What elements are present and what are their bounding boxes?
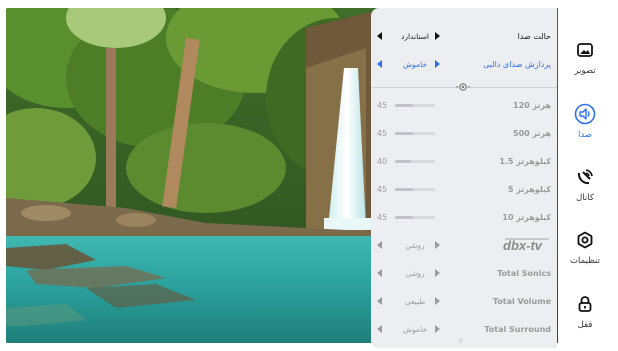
arrow-right-icon[interactable] — [435, 32, 440, 40]
sidebar-item-label: صدا — [577, 129, 593, 140]
eq-slider-fill — [395, 159, 411, 163]
sidebar-item-channel[interactable]: کانال — [558, 153, 612, 216]
total-sonics-value: روشن — [405, 268, 425, 278]
total-sonics-label: Total Sonics — [497, 268, 551, 278]
settings-sidebar: تصویر صدا کانال تنظیمات قفل — [558, 8, 612, 343]
dbx-tv-row[interactable]: روشن dbx-tv — [371, 231, 557, 259]
sidebar-item-label: کانال — [576, 193, 594, 204]
arrow-right-icon[interactable] — [435, 241, 440, 249]
picture-icon — [574, 39, 596, 61]
arrow-left-icon[interactable] — [377, 325, 382, 333]
eq-band-value: 45 — [376, 184, 388, 194]
total-volume-row[interactable]: طبیعی Total Volume — [371, 287, 557, 315]
speaker-icon — [574, 103, 596, 125]
arrow-left-icon[interactable] — [377, 32, 382, 40]
eq-band-row[interactable]: 45 10 کیلوهرتز — [371, 203, 557, 231]
sidebar-item-label: قفل — [577, 319, 593, 330]
arrow-left-icon[interactable] — [377, 297, 382, 305]
eq-slider[interactable] — [395, 215, 435, 219]
eq-band-row[interactable]: 45 120 هرتز — [371, 91, 557, 119]
total-volume-label: Total Volume — [492, 296, 551, 306]
eq-band-label: 500 هرتز — [513, 128, 551, 138]
total-surround-label: Total Surround — [484, 324, 551, 334]
sidebar-item-label: تصویر — [574, 66, 596, 77]
arrow-right-icon[interactable] — [435, 60, 440, 68]
dolby-processing-label: پردازش صدای دالبی — [483, 59, 551, 69]
eq-slider-fill — [395, 131, 413, 135]
eq-band-value: 45 — [376, 212, 388, 222]
total-volume-value: طبیعی — [404, 296, 426, 306]
dbx-tv-logo: dbx-tv — [503, 238, 549, 253]
eq-slider-fill — [395, 187, 413, 191]
eq-slider[interactable] — [395, 131, 435, 135]
eq-band-row[interactable]: 40 1.5 کیلوهرتز — [371, 147, 557, 175]
eq-band-label: 120 هرتز — [513, 100, 551, 110]
dbx-tv-value: روشن — [405, 240, 425, 250]
sound-mode-value: استاندارد — [401, 31, 429, 41]
arrow-right-icon[interactable] — [435, 325, 440, 333]
eq-band-value: 40 — [376, 156, 388, 166]
eq-slider[interactable] — [395, 187, 435, 191]
settings-gear-icon — [574, 229, 596, 251]
eq-band-row[interactable]: 45 5 کیلوهرتز — [371, 175, 557, 203]
arrow-left-icon[interactable] — [377, 60, 382, 68]
arrow-left-icon[interactable] — [377, 241, 382, 249]
total-sonics-row[interactable]: روشن Total Sonics — [371, 259, 557, 287]
sound-mode-label: حالت صدا — [517, 31, 551, 41]
eq-band-row[interactable]: 45 500 هرتز — [371, 119, 557, 147]
audio-settings-panel: استاندارد حالت صدا خاموش پردازش صدای دال… — [371, 8, 557, 348]
eq-band-label: 1.5 کیلوهرتز — [499, 156, 551, 166]
eq-band-value: 45 — [376, 100, 388, 110]
total-surround-row[interactable]: خاموش Total Surround — [371, 315, 557, 343]
eq-band-label: 10 کیلوهرتز — [502, 212, 551, 222]
eq-slider[interactable] — [395, 103, 435, 107]
dolby-processing-row[interactable]: خاموش پردازش صدای دالبی — [371, 50, 557, 78]
sound-mode-row[interactable]: استاندارد حالت صدا — [371, 22, 557, 50]
lock-icon — [574, 293, 596, 315]
eq-slider-fill — [395, 215, 413, 219]
sidebar-item-sound[interactable]: صدا — [558, 89, 612, 152]
satellite-dish-icon — [574, 166, 596, 188]
total-surround-value: خاموش — [403, 324, 427, 334]
sidebar-item-picture[interactable]: تصویر — [558, 26, 612, 89]
scroll-down-icon[interactable]: ▿ — [459, 337, 463, 345]
arrow-right-icon[interactable] — [435, 269, 440, 277]
sidebar-item-settings[interactable]: تنظیمات — [558, 216, 612, 279]
eq-band-label: 5 کیلوهرتز — [507, 184, 551, 194]
sidebar-item-lock[interactable]: قفل — [558, 280, 612, 343]
tv-screen: استاندارد حالت صدا خاموش پردازش صدای دال… — [0, 0, 618, 351]
arrow-right-icon[interactable] — [435, 297, 440, 305]
arrow-left-icon[interactable] — [377, 269, 382, 277]
eq-slider-fill — [395, 103, 413, 107]
dolby-processing-value: خاموش — [403, 59, 427, 69]
svg-text:dbx-tv: dbx-tv — [503, 238, 543, 253]
eq-slider[interactable] — [395, 159, 435, 163]
sidebar-item-label: تنظیمات — [570, 256, 600, 267]
eq-band-value: 45 — [376, 128, 388, 138]
